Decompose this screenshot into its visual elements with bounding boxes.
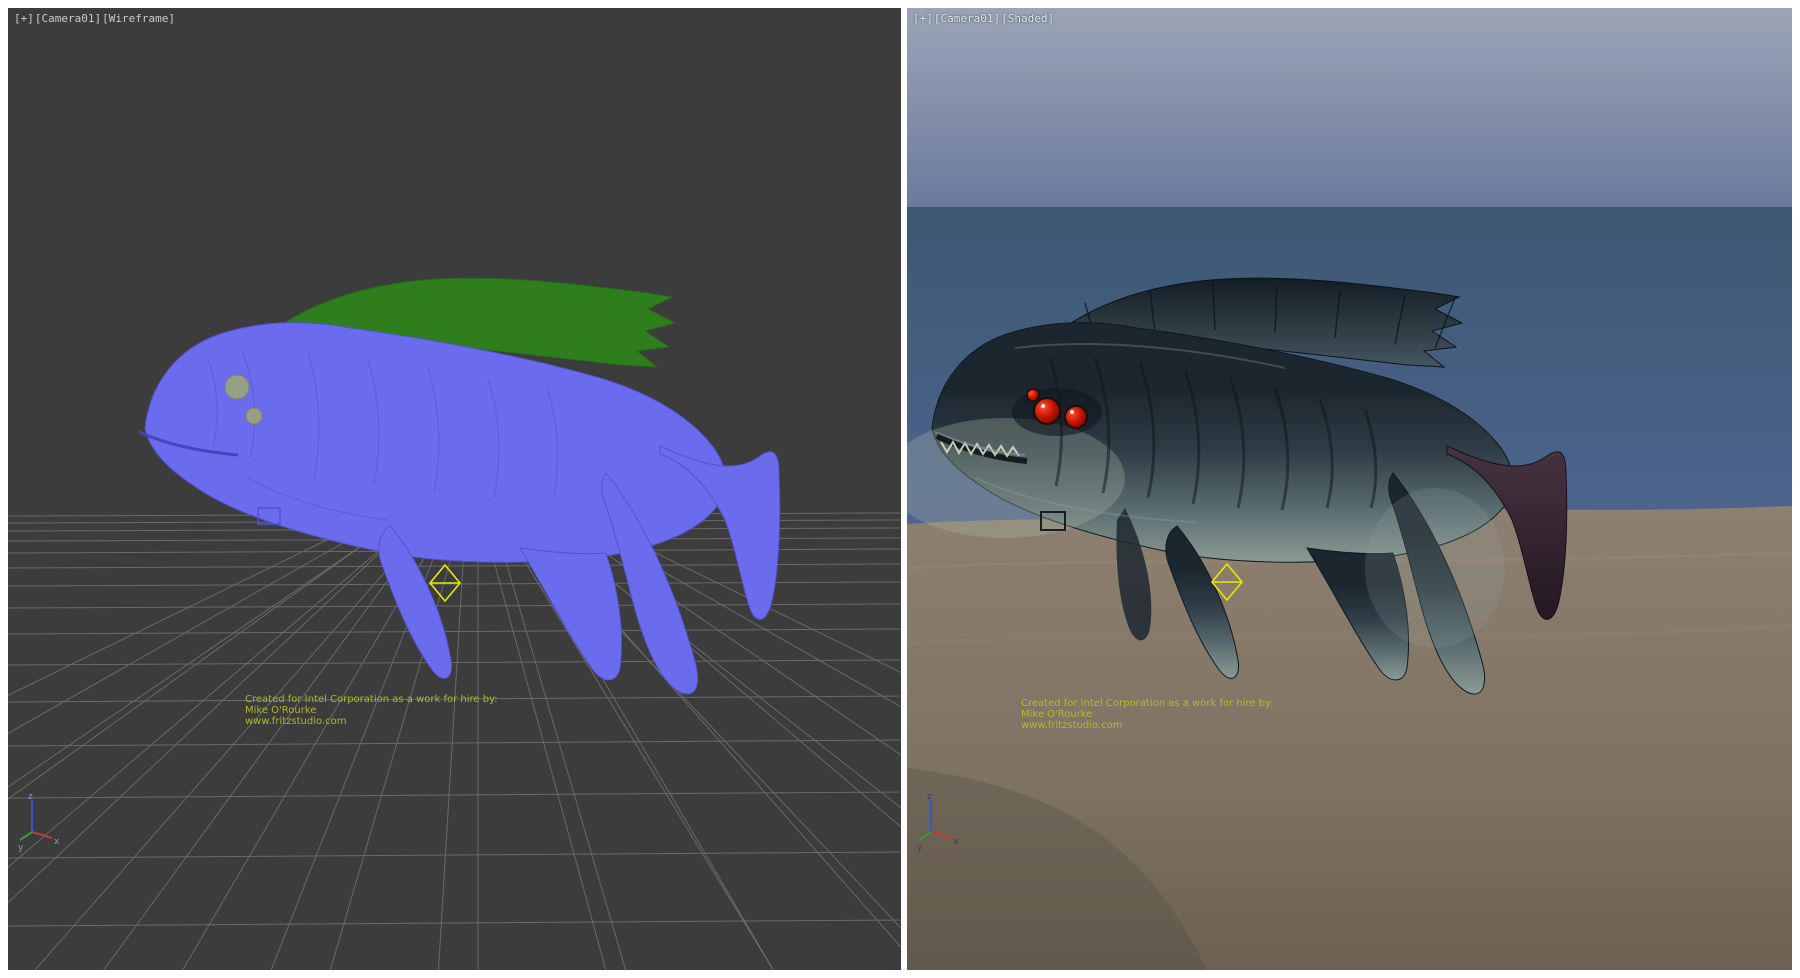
point-helper-gizmo[interactable] — [430, 565, 460, 601]
watermark: Created for Intel Corporation as a work … — [245, 694, 498, 727]
watermark-line-3: www.fritzstudio.com — [1021, 720, 1274, 731]
viewport-menu-camera[interactable]: [Camera01] — [35, 12, 101, 25]
watermark: Created for Intel Corporation as a work … — [1021, 698, 1274, 731]
watermark-line-1: Created for Intel Corporation as a work … — [1021, 698, 1274, 709]
sky — [907, 8, 1792, 207]
wireframe-canvas[interactable]: z x y — [8, 8, 901, 970]
fish-eye-right — [1065, 406, 1087, 428]
viewport-menu-shading[interactable]: [Shaded] — [1001, 12, 1054, 25]
viewport-label: [+][Camera01][Shaded] — [913, 12, 1055, 25]
eye-specular — [1041, 404, 1045, 408]
viewport-menu-general[interactable]: [+] — [14, 12, 34, 25]
shaded-canvas[interactable]: z x y — [907, 8, 1792, 970]
viewport-menu-general[interactable]: [+] — [913, 12, 933, 25]
fish-eye-small — [246, 408, 262, 424]
axis-z-label: z — [927, 792, 932, 802]
fish-eye-small — [1027, 389, 1039, 401]
watermark-line-2: Mike O'Rourke — [245, 705, 498, 716]
watermark-line-2: Mike O'Rourke — [1021, 709, 1274, 720]
watermark-line-1: Created for Intel Corporation as a work … — [245, 694, 498, 705]
world-axis-tripod: z x y — [18, 792, 60, 853]
axis-y-label: y — [18, 843, 24, 853]
viewport-shaded[interactable]: [+][Camera01][Shaded] — [907, 8, 1792, 970]
fish-eye-left — [1034, 398, 1060, 424]
viewport-wireframe[interactable]: [+][Camera01][Wireframe] — [8, 8, 901, 970]
watermark-line-3: www.fritzstudio.com — [245, 716, 498, 727]
viewport-label: [+][Camera01][Wireframe] — [14, 12, 176, 25]
axis-z-label: z — [28, 792, 33, 802]
viewport-menu-camera[interactable]: [Camera01] — [934, 12, 1000, 25]
viewport-menu-shading[interactable]: [Wireframe] — [102, 12, 175, 25]
eye-specular — [1070, 410, 1074, 414]
axis-x-label: x — [54, 837, 60, 847]
rear-highlight — [1365, 488, 1505, 648]
axis-x-label: x — [953, 837, 959, 847]
axis-y-label: y — [917, 843, 923, 853]
fish-eye — [225, 375, 249, 399]
